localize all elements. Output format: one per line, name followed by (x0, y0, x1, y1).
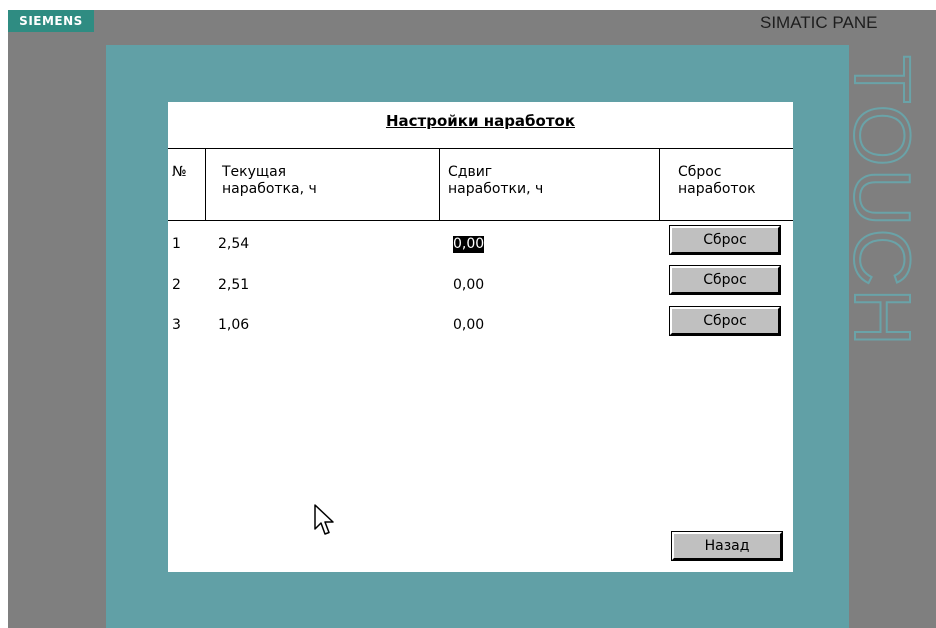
reset-button[interactable]: Сброс (669, 265, 781, 295)
col-header-reset-line1: Сброс (678, 164, 722, 180)
back-button[interactable]: Назад (671, 531, 783, 561)
header-top-rule (168, 148, 793, 149)
reset-button[interactable]: Сброс (669, 306, 781, 336)
col-header-number: № (172, 164, 187, 180)
col-header-current-line2: наработка, ч (222, 181, 317, 197)
mouse-pointer-icon (314, 504, 334, 535)
current-runtime-value: 1,06 (218, 317, 250, 333)
current-runtime-value: 2,54 (218, 236, 250, 252)
reset-button[interactable]: Сброс (669, 225, 781, 255)
runtime-offset-input[interactable]: 0,00 (453, 277, 484, 294)
panel-model-label: SIMATIC PANE (760, 13, 878, 32)
runtime-offset-input[interactable]: 0,00 (453, 236, 485, 253)
siemens-logo: SIEMENS (8, 10, 94, 32)
column-divider (205, 148, 206, 220)
col-header-offset-line2: наработки, ч (448, 181, 544, 197)
touch-side-label: TOUCH (838, 55, 936, 355)
column-divider (439, 148, 440, 220)
dialog-title: Настройки наработок (385, 112, 576, 130)
col-header-current-line1: Текущая (222, 164, 287, 180)
column-divider (659, 148, 660, 220)
runtime-settings-dialog: Настройки наработок № Текущая наработка,… (168, 102, 793, 572)
col-header-reset-line2: наработок (678, 181, 756, 197)
touch-side-text: TOUCH (838, 55, 928, 349)
row-number: 3 (172, 317, 181, 333)
col-header-offset-line1: Сдвиг (448, 164, 493, 180)
runtime-offset-input[interactable]: 0,00 (453, 317, 484, 334)
row-number: 2 (172, 277, 181, 293)
current-runtime-value: 2,51 (218, 277, 250, 293)
header-bottom-rule (168, 220, 793, 221)
row-number: 1 (172, 236, 181, 252)
